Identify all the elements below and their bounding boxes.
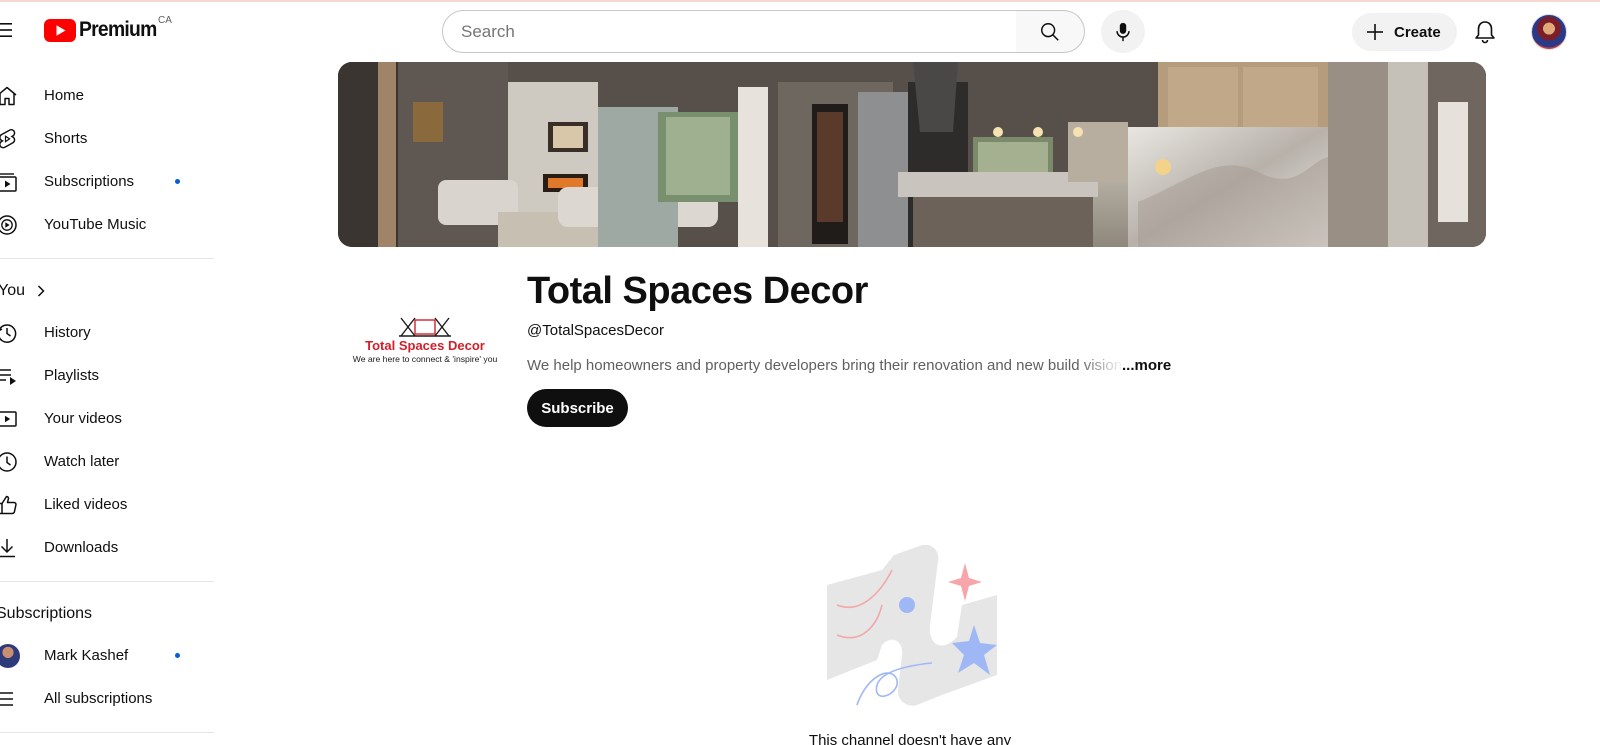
sidebar-item-label: Downloads [44,539,119,556]
sidebar-divider [0,732,214,733]
sidebar-item-label: Shorts [44,130,88,147]
channel-description[interactable]: We help homeowners and property develope… [527,357,1127,374]
empty-channel-message: This channel doesn't have any content [808,732,1012,745]
search-icon [1041,22,1059,41]
sidebar-item-label: YouTube Music [44,216,147,233]
sidebar-item-label: Mark Kashef [44,647,129,664]
sidebar-item-label: Subscriptions [44,173,135,190]
sidebar-item-liked-videos[interactable]: Liked videos [0,483,214,526]
sidebar-item-label: Watch later [44,453,120,470]
microphone-icon [1116,22,1130,41]
masthead: Premium CA Create [0,0,1600,60]
search-box[interactable] [442,10,1017,53]
shorts-icon [0,129,16,149]
channel-logo-tagline: We are here to connect & 'inspire' you [353,354,498,364]
plus-icon [1367,24,1383,40]
sidebar-item-shorts[interactable]: Shorts [0,117,214,160]
youtube-play-logo-icon [44,18,76,42]
new-content-dot [175,653,180,658]
sidebar-item-label: History [44,324,91,341]
home-icon [0,86,17,106]
section-title-subscriptions: Subscriptions [0,605,93,622]
subscriptions-icon [0,173,17,192]
logo-text: Premium [79,18,157,41]
channel-banner [338,62,1486,247]
sidebar-item-label: Home [44,87,85,104]
empty-channel-illustration [827,545,997,706]
sidebar-item-label: All subscriptions [44,690,153,707]
sidebar-item-subscriptions[interactable]: Subscriptions [0,160,214,203]
sidebar-item-playlists[interactable]: Playlists [0,354,214,397]
sidebar-item-youtube-music[interactable]: YouTube Music [0,203,214,246]
banner-image [338,62,1486,247]
sidebar-item-your-videos[interactable]: Your videos [0,397,214,440]
create-label: Create [1394,23,1441,41]
sidebar-item-history[interactable]: History [0,311,214,354]
create-button[interactable]: Create [1352,13,1457,51]
sidebar-item-label: Your videos [44,410,122,427]
description-more-link[interactable]: ...more [1122,357,1171,374]
music-icon [0,215,17,235]
list-icon [0,692,13,706]
playlists-icon [0,369,16,385]
channel-logo: Total Spaces Decor We are here to connec… [353,317,498,364]
sidebar-item-downloads[interactable]: Downloads [0,526,214,569]
sidebar-section-you[interactable]: You [0,271,214,311]
region-code: CA [158,15,172,26]
new-content-dot [175,179,180,184]
clock-icon [0,452,17,472]
channel-name: Total Spaces Decor [527,270,868,312]
search-button[interactable] [1016,10,1085,53]
sidebar: Home Shorts Subscriptions YouTube Music … [0,74,214,745]
sidebar-item-mark-kashef[interactable]: Mark Kashef [0,634,214,677]
your-videos-icon [0,411,17,427]
channel-handle: @TotalSpacesDecor [527,322,664,339]
channel-avatar [0,644,20,668]
subscribe-button[interactable]: Subscribe [527,389,628,427]
account-avatar[interactable] [1531,14,1567,50]
sidebar-item-watch-later[interactable]: Watch later [0,440,214,483]
notifications-bell-icon[interactable] [1473,19,1497,45]
youtube-premium-logo[interactable]: Premium [44,18,163,42]
hamburger-menu-icon[interactable] [0,21,16,39]
sidebar-divider [0,258,214,259]
section-title-you: You [0,282,25,299]
download-icon [0,539,15,558]
sidebar-item-home[interactable]: Home [0,74,214,117]
channel-logo-title: Total Spaces Decor [365,338,485,353]
sidebar-divider [0,581,214,582]
chevron-right-icon [37,285,45,297]
description-fade [1080,354,1124,376]
voice-search-button[interactable] [1101,10,1145,53]
search-input[interactable] [461,21,1016,42]
sidebar-item-label: Playlists [44,367,100,384]
thumbs-up-icon [0,495,17,515]
sidebar-section-subscriptions: Subscriptions [0,594,214,634]
sidebar-item-label: Liked videos [44,496,128,513]
sidebar-item-all-subscriptions[interactable]: All subscriptions [0,677,214,720]
history-icon [0,324,17,343]
